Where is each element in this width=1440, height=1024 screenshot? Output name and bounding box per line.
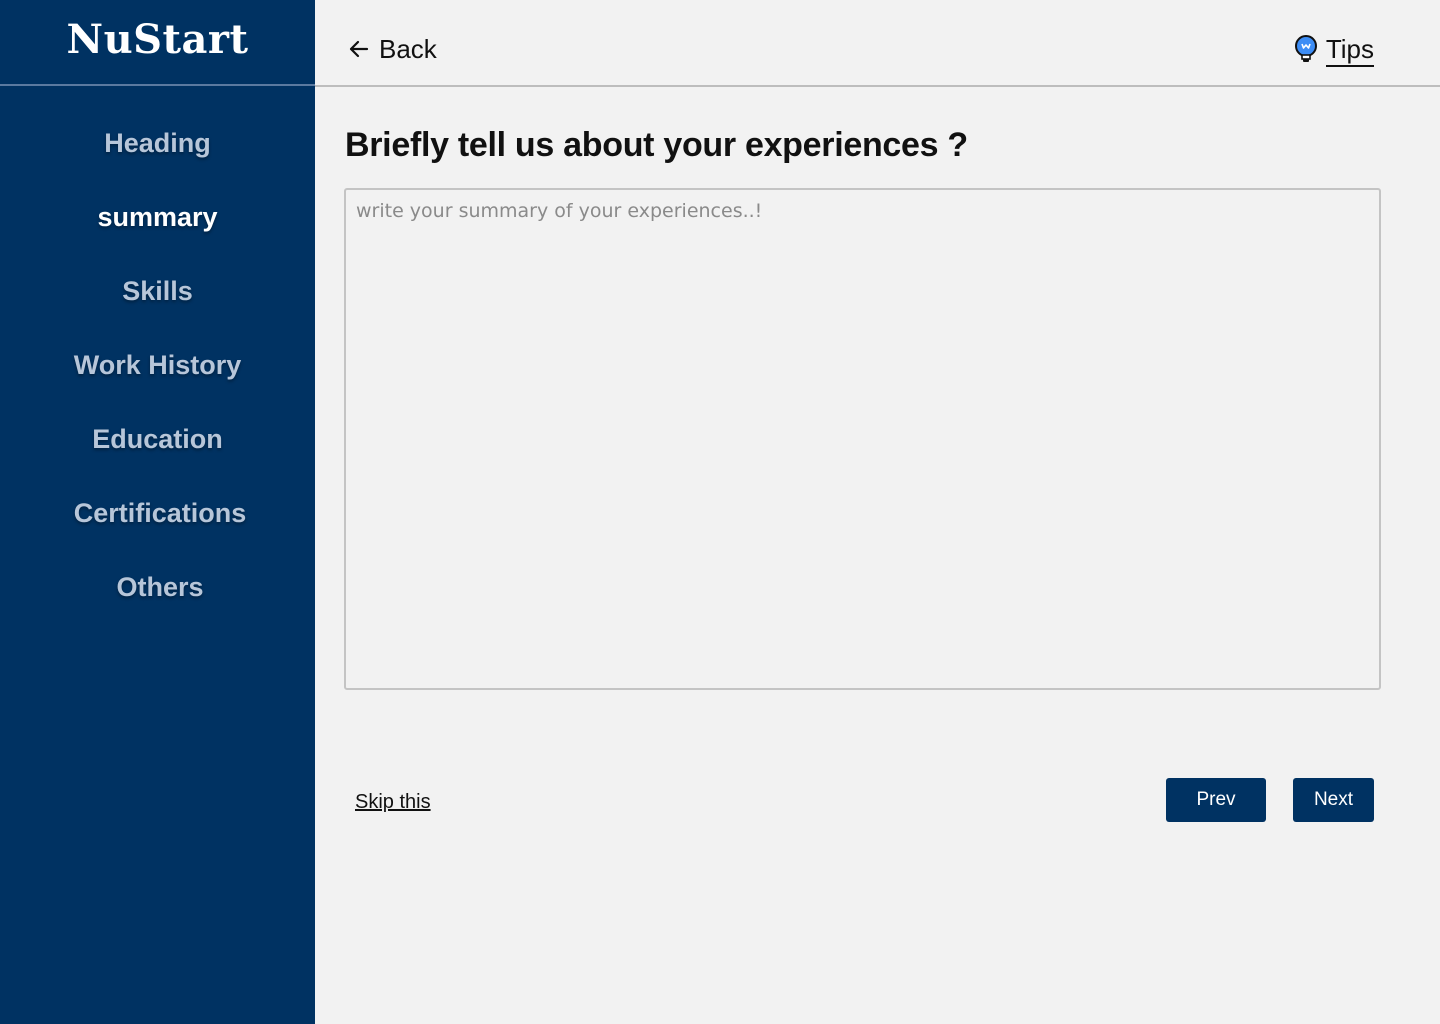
sidebar-item-summary[interactable]: summary: [0, 200, 315, 234]
back-label: Back: [379, 34, 437, 64]
brand-header: NuStart: [0, 0, 315, 86]
arrow-left-icon: [347, 37, 371, 61]
skip-link[interactable]: Skip this: [355, 790, 431, 814]
sidebar-item-work-history[interactable]: Work History: [0, 348, 315, 382]
tips-link[interactable]: Tips: [1294, 33, 1374, 67]
top-bar: Back Tips: [315, 0, 1440, 87]
prev-button[interactable]: Prev: [1166, 778, 1266, 822]
page-title: Briefly tell us about your experiences ?: [345, 126, 968, 164]
sidebar-item-heading[interactable]: Heading: [0, 126, 315, 160]
sidebar-item-others[interactable]: Others: [0, 570, 315, 604]
app-root: NuStart Heading summary Skills Work Hist…: [0, 0, 1440, 1024]
sidebar-item-certifications[interactable]: Certifications: [0, 496, 315, 530]
next-button[interactable]: Next: [1293, 778, 1374, 822]
back-button[interactable]: Back: [347, 33, 437, 65]
tips-label: Tips: [1325, 33, 1374, 67]
sidebar: NuStart Heading summary Skills Work Hist…: [0, 0, 315, 1024]
sidebar-item-education[interactable]: Education: [0, 422, 315, 456]
lightbulb-icon: [1294, 35, 1318, 65]
brand-logo[interactable]: NuStart: [67, 16, 249, 63]
sidebar-item-skills[interactable]: Skills: [0, 274, 315, 308]
summary-textarea[interactable]: [344, 188, 1381, 690]
